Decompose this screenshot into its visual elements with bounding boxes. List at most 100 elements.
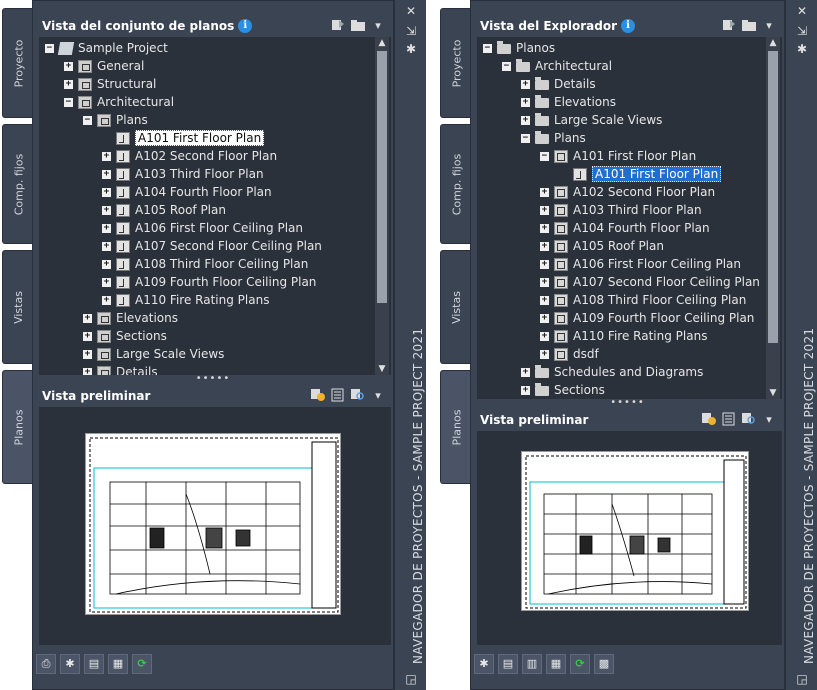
splitter-grip[interactable]: ••••• (471, 398, 784, 409)
tree-item[interactable]: + A106 First Floor Ceiling Plan (102, 219, 303, 237)
new-sheet-icon[interactable]: ✱ (60, 654, 80, 674)
tree-item[interactable]: + Sections (83, 327, 167, 345)
tree-item[interactable]: − Plans (521, 129, 586, 147)
expand-icon[interactable]: + (102, 259, 111, 269)
tree-item[interactable]: + A110 Fire Rating Plans (540, 327, 707, 345)
tree-item[interactable]: + Sections (521, 381, 605, 399)
expand-icon[interactable]: + (540, 223, 549, 233)
expand-icon[interactable]: + (521, 97, 530, 107)
publish-icon[interactable]: ⎙ (36, 654, 56, 674)
collapse-icon[interactable]: − (502, 61, 511, 71)
zoom-view-icon[interactable] (741, 412, 757, 428)
tree-item[interactable]: − Architectural (64, 93, 174, 111)
pin-icon[interactable]: ⇲ (795, 24, 809, 38)
expand-icon[interactable]: + (540, 187, 549, 197)
sheet-list-icon[interactable]: ▦ (546, 654, 566, 674)
tree-item[interactable]: + A104 Fourth Floor Plan (102, 183, 272, 201)
expand-icon[interactable]: + (540, 295, 549, 305)
zoom-view-icon[interactable] (350, 388, 366, 404)
expand-icon[interactable]: + (540, 241, 549, 251)
tree-item[interactable]: + Details (83, 363, 158, 375)
splitter-grip[interactable]: ••••• (33, 374, 393, 385)
refresh-icon[interactable]: ⟳ (570, 654, 590, 674)
expand-icon[interactable]: + (83, 349, 92, 359)
collapse-icon[interactable]: − (45, 43, 54, 53)
tree-item[interactable]: + Details (521, 75, 596, 93)
tree-item[interactable]: + A102 Second Floor Plan (102, 147, 277, 165)
expand-icon[interactable]: + (102, 205, 111, 215)
tree-item[interactable]: − Sample Project (45, 39, 168, 57)
expand-icon[interactable]: + (83, 313, 92, 323)
expand-icon[interactable]: + (83, 331, 92, 341)
expand-icon[interactable]: + (102, 151, 111, 161)
tree-item[interactable]: + Structural (64, 75, 156, 93)
tree-item[interactable]: + A108 Third Floor Ceiling Plan (540, 291, 746, 309)
expand-icon[interactable]: + (102, 277, 111, 287)
tree-scrollbar[interactable]: ▲ ▼ (766, 37, 780, 399)
expand-icon[interactable]: + (540, 259, 549, 269)
tree-item[interactable]: − Planos (483, 39, 555, 57)
expand-icon[interactable]: + (540, 331, 549, 341)
chevron-down-icon[interactable]: ▾ (370, 388, 386, 404)
expand-icon[interactable]: + (521, 385, 530, 395)
tree-item[interactable]: − Architectural (502, 57, 612, 75)
expand-icon[interactable]: + (102, 187, 111, 197)
chevron-down-icon[interactable]: ▾ (761, 412, 777, 428)
tree-item[interactable]: + A109 Fourth Floor Ceiling Plan (540, 309, 754, 327)
tree-item[interactable]: + Elevations (83, 309, 178, 327)
tree-item[interactable]: + Elevations (521, 93, 616, 111)
folder-tool-icon[interactable] (741, 18, 757, 34)
tree-item[interactable]: + A105 Roof Plan (102, 201, 226, 219)
folder-tool-icon[interactable] (350, 18, 366, 34)
tab-vistas[interactable]: Vistas (2, 250, 34, 364)
new-folder-icon[interactable]: ✱ (474, 654, 494, 674)
settings-icon[interactable]: ✱ (795, 42, 809, 56)
tree-item[interactable]: + A107 Second Floor Ceiling Plan (540, 273, 760, 291)
sheet-set-icon[interactable]: ▤ (84, 654, 104, 674)
details-view-icon[interactable] (330, 388, 346, 404)
expand-icon[interactable]: + (540, 349, 549, 359)
expand-icon[interactable]: + (540, 277, 549, 287)
tree-item[interactable]: + Large Scale Views (83, 345, 224, 363)
sheet-properties-icon[interactable]: ▤ (498, 654, 518, 674)
scroll-up-icon[interactable]: ▲ (766, 37, 780, 49)
info-icon[interactable]: i (238, 19, 253, 33)
tree-scrollbar[interactable]: ▲ ▼ (375, 37, 389, 375)
info-icon[interactable]: i (621, 19, 636, 33)
scroll-up-icon[interactable]: ▲ (375, 37, 389, 49)
collapse-icon[interactable]: − (483, 43, 492, 53)
tree-item[interactable]: A101 First Floor Plan (102, 129, 265, 147)
tree-item[interactable]: + A108 Third Floor Ceiling Plan (102, 255, 308, 273)
chevron-down-icon[interactable]: ▾ (370, 18, 386, 34)
tree-item[interactable]: + A109 Fourth Floor Ceiling Plan (102, 273, 316, 291)
tree-item[interactable]: + A107 Second Floor Ceiling Plan (102, 237, 322, 255)
tab-proyecto[interactable]: Proyecto (440, 8, 472, 118)
sheet-set-icon[interactable]: ▥ (522, 654, 542, 674)
chevron-down-icon[interactable]: ▾ (761, 18, 777, 34)
refresh-icon[interactable]: ⟳ (132, 654, 152, 674)
tab-comp-fijos[interactable]: Comp. fijos (2, 124, 34, 244)
collapse-icon[interactable]: − (540, 151, 549, 161)
tree-item[interactable]: + A110 Fire Rating Plans (102, 291, 269, 309)
tree-item[interactable]: + A103 Third Floor Plan (102, 165, 264, 183)
tree-item[interactable]: + Schedules and Diagrams (521, 363, 703, 381)
tree-item[interactable]: + A106 First Floor Ceiling Plan (540, 255, 741, 273)
tree-item[interactable]: + General (64, 57, 144, 75)
expand-icon[interactable]: + (521, 367, 530, 377)
collapse-icon[interactable]: − (521, 133, 530, 143)
clock-view-icon[interactable] (701, 412, 717, 428)
tab-vistas[interactable]: Vistas (440, 250, 472, 364)
sheetset-tool-icon[interactable] (330, 18, 346, 34)
tree-item[interactable]: + Large Scale Views (521, 111, 662, 129)
tree-item[interactable]: + A103 Third Floor Plan (540, 201, 702, 219)
expand-icon[interactable]: + (521, 79, 530, 89)
details-view-icon[interactable] (721, 412, 737, 428)
scroll-thumb[interactable] (768, 51, 778, 343)
tree-item[interactable]: − Plans (83, 111, 148, 129)
scroll-down-icon[interactable]: ▼ (766, 387, 780, 399)
tree-item[interactable]: + dsdf (540, 345, 599, 363)
corner-icon[interactable]: ◲ (795, 672, 809, 686)
tab-proyecto[interactable]: Proyecto (2, 8, 34, 118)
scroll-thumb[interactable] (377, 51, 387, 303)
tab-comp-fijos[interactable]: Comp. fijos (440, 124, 472, 244)
